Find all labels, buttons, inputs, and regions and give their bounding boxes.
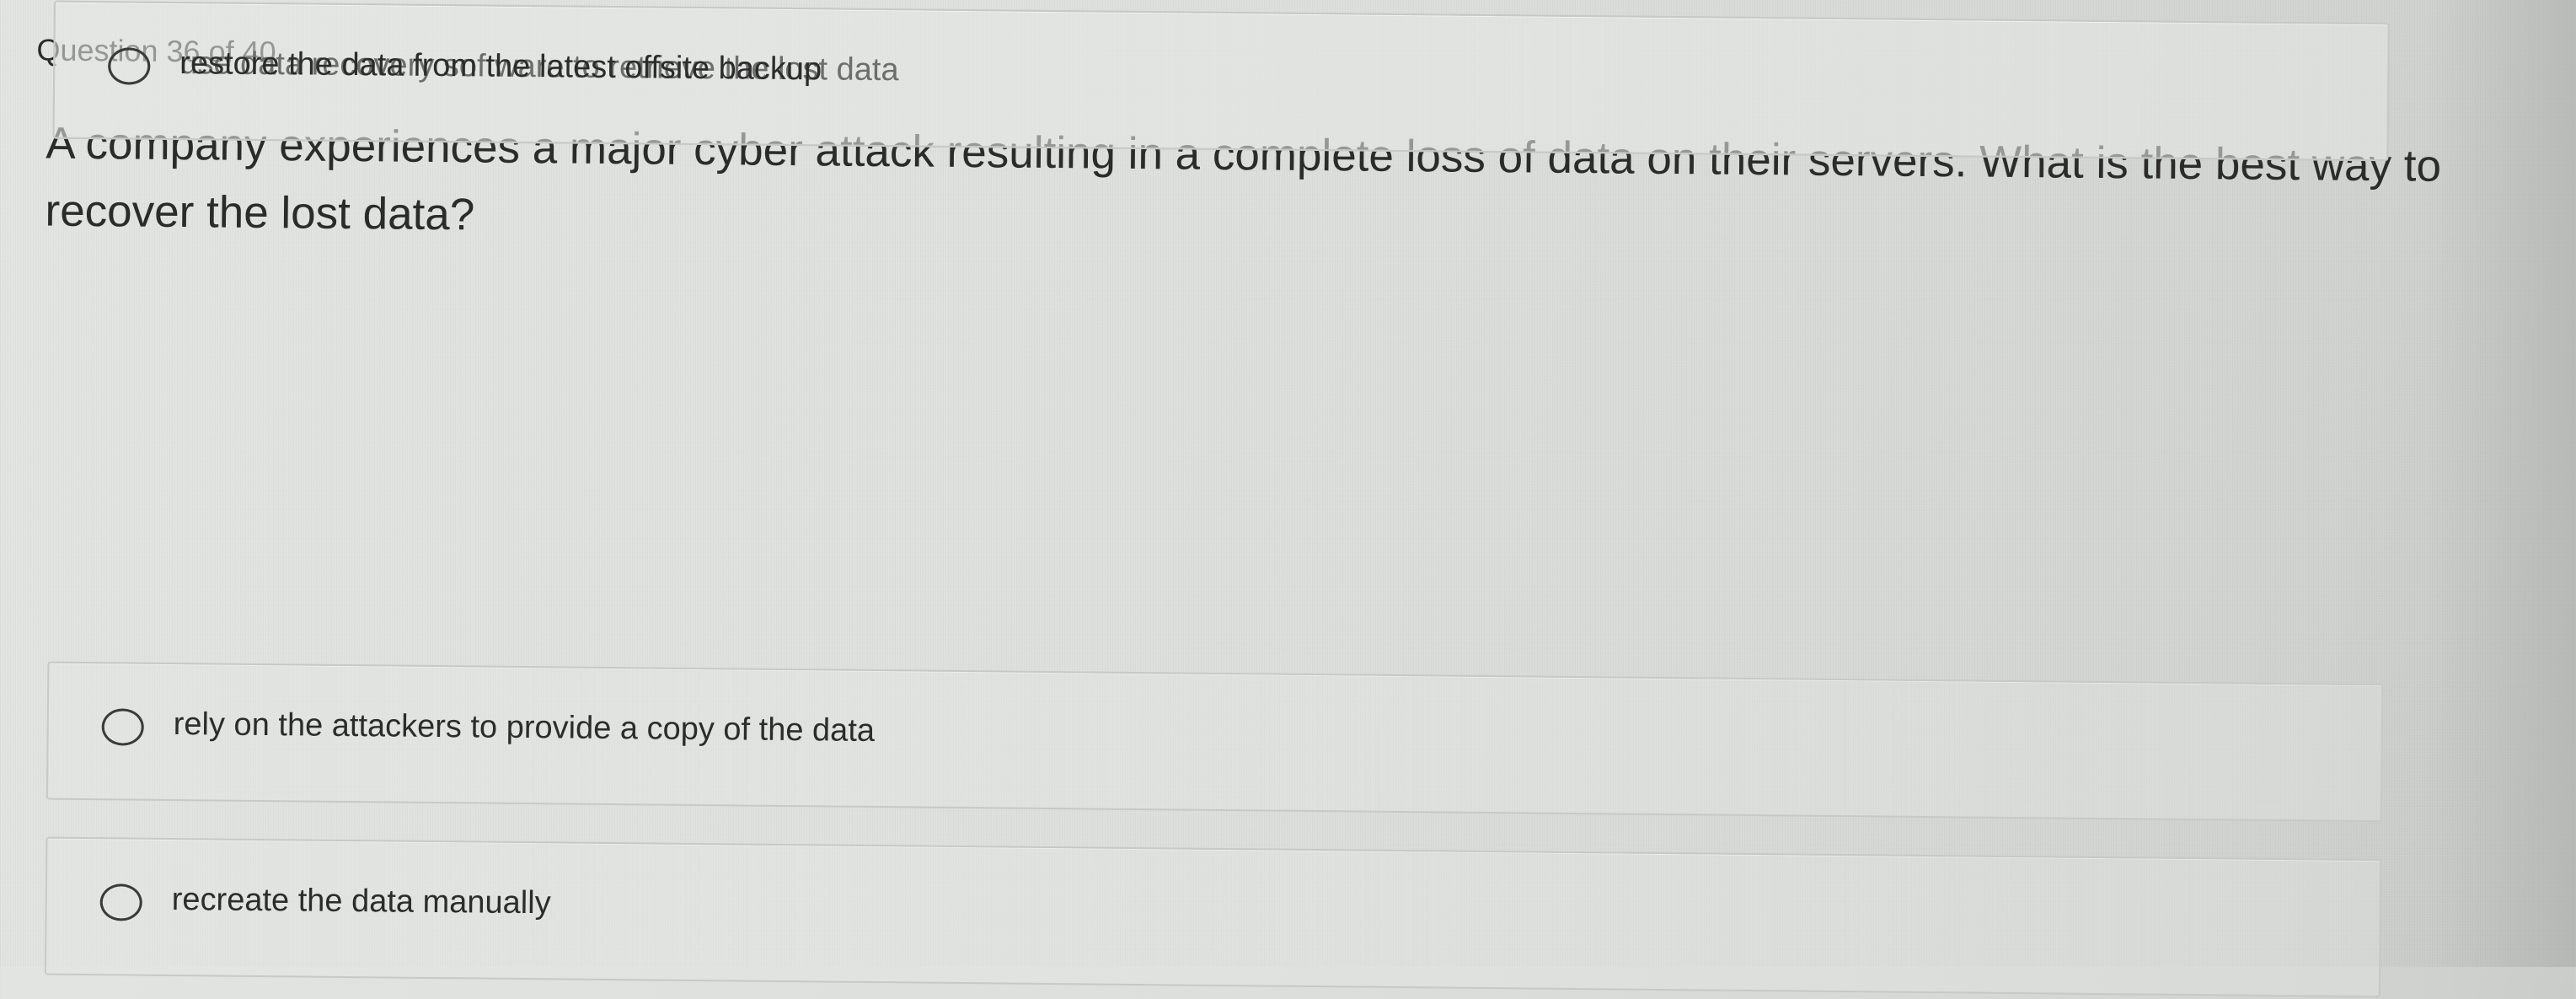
radio-button-icon[interactable] bbox=[101, 708, 144, 746]
answer-option-2[interactable]: recreate the data manually bbox=[44, 836, 2382, 998]
answer-option-1[interactable]: rely on the attackers to provide a copy … bbox=[46, 661, 2384, 823]
radio-button-icon[interactable] bbox=[108, 47, 151, 85]
answer-option-4[interactable]: restore the data from the latest offsite… bbox=[52, 0, 2390, 162]
answer-option-label: recreate the data manually bbox=[171, 882, 551, 921]
radio-button-icon[interactable] bbox=[99, 884, 142, 921]
answer-option-label: rely on the attackers to provide a copy … bbox=[173, 706, 876, 749]
answer-option-label: restore the data from the latest offsite… bbox=[179, 46, 822, 88]
quiz-panel: Question 36 of 40 A company experiences … bbox=[0, 0, 2576, 998]
